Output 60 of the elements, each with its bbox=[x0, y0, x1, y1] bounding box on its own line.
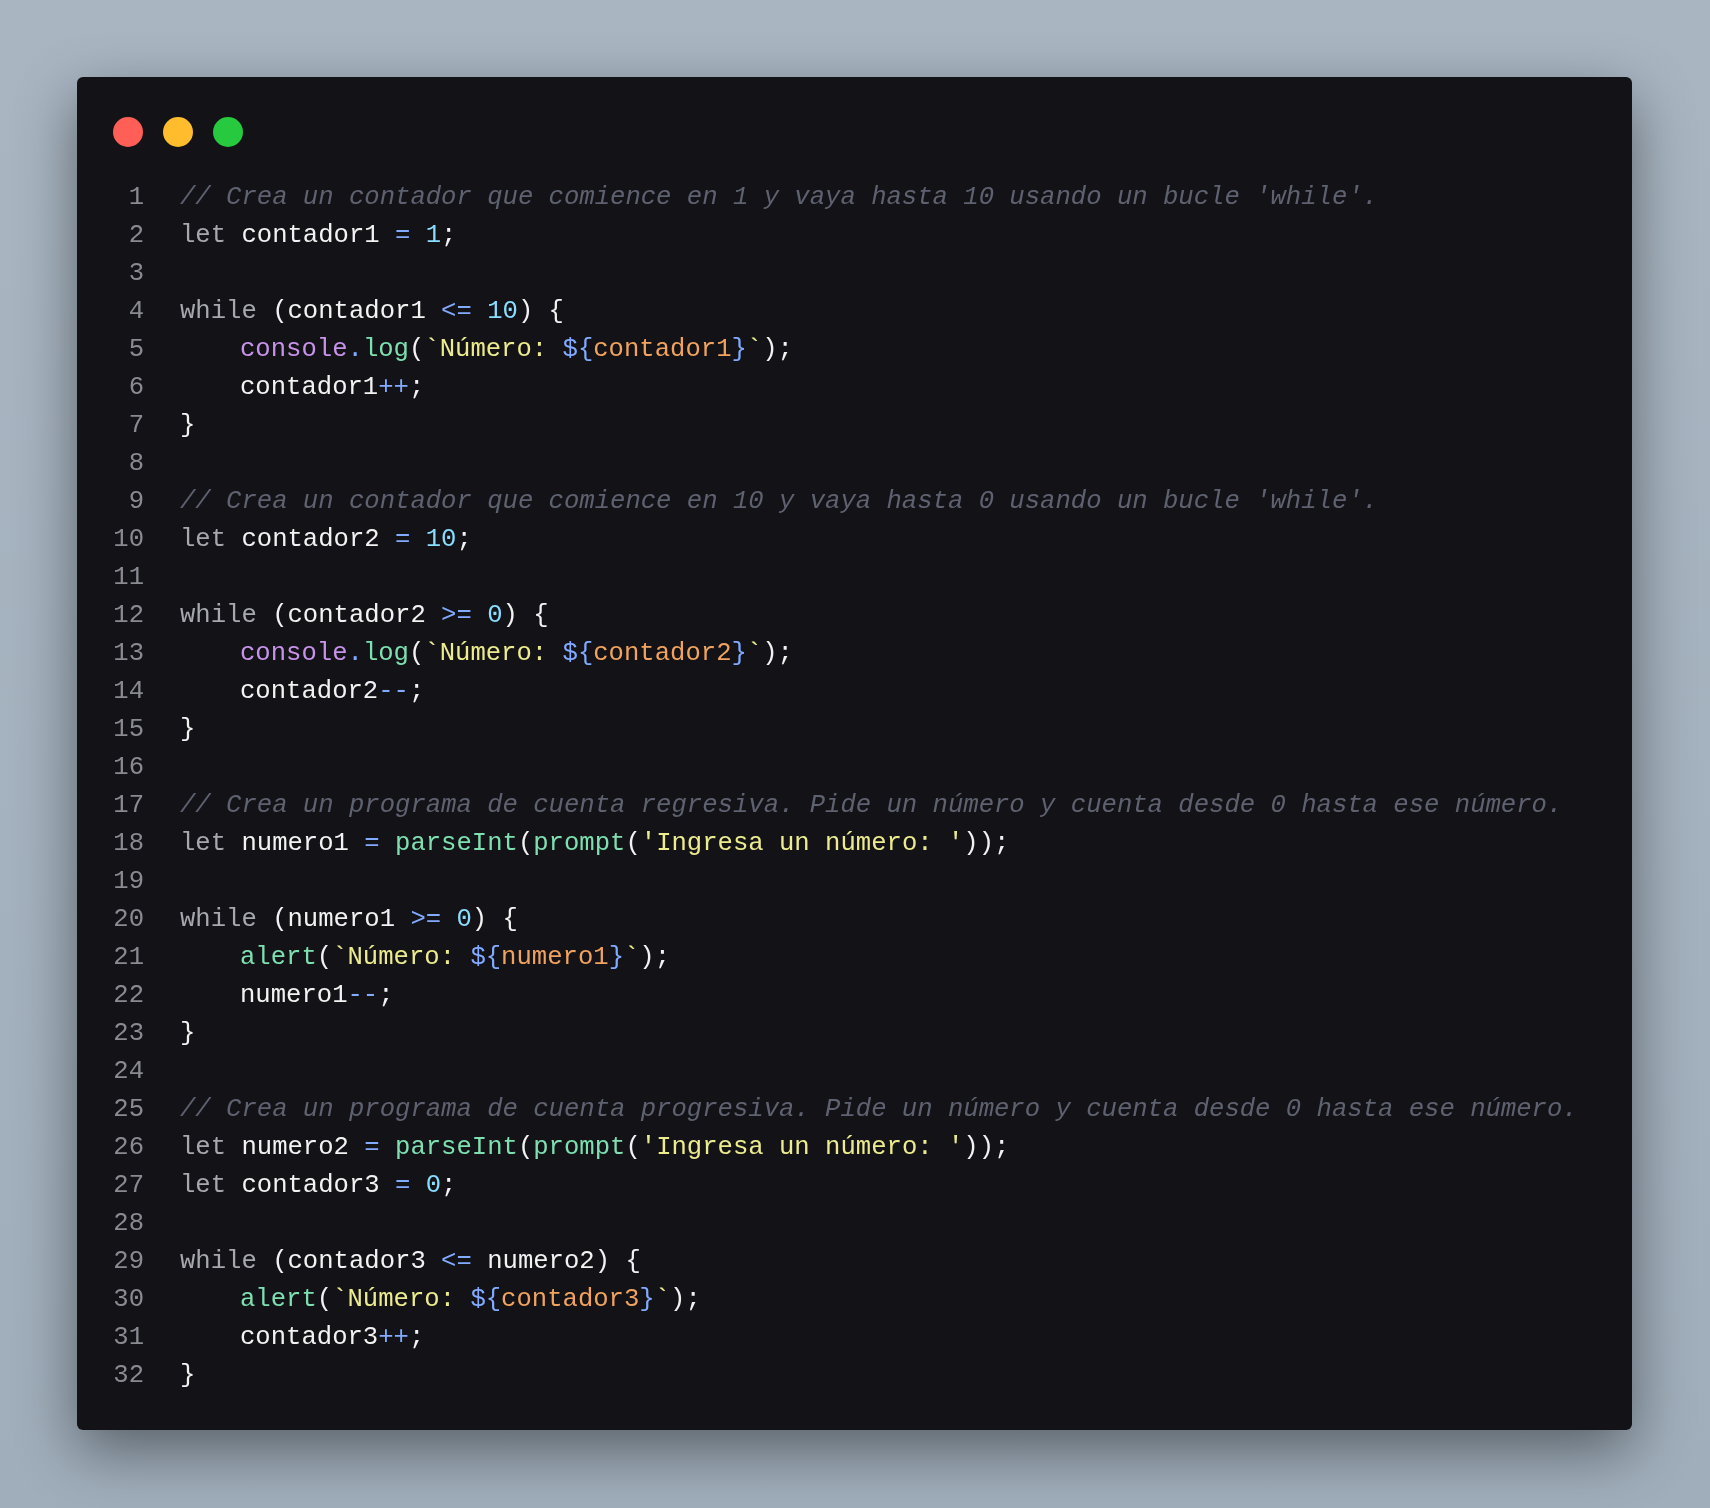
code-line: // Crea un contador que comience en 10 y vaya hasta 0 usando un bucle 'while'. bbox=[180, 486, 1378, 518]
line-number: 25 bbox=[112, 1094, 144, 1126]
code-line: while (contador1 <= 10) { bbox=[180, 296, 564, 328]
code-line: alert(`Número: ${contador3}`); bbox=[239, 1284, 701, 1316]
line-number: 11 bbox=[112, 562, 144, 594]
line-number: 26 bbox=[112, 1132, 144, 1164]
line-number: 29 bbox=[112, 1246, 144, 1278]
code-line: // Crea un contador que comience en 1 y vaya hasta 10 usando un bucle 'while'. bbox=[180, 182, 1378, 214]
code-line: numero1--; bbox=[239, 980, 394, 1012]
minimize-icon bbox=[163, 117, 193, 147]
line-number: 30 bbox=[112, 1284, 144, 1316]
code-line: contador2--; bbox=[239, 676, 425, 708]
code-line: // Crea un programa de cuenta progresiva. Pide un número y cuenta desde 0 hasta ese número. bbox=[180, 1094, 1578, 1126]
code-line: contador3++; bbox=[239, 1322, 425, 1354]
line-number: 22 bbox=[112, 980, 144, 1012]
code-line: while (contador3 <= numero2) { bbox=[180, 1246, 641, 1278]
code-line: let contador2 = 10; bbox=[180, 524, 472, 556]
code-line: console.log(`Número: ${contador1}`); bbox=[239, 334, 793, 366]
close-icon bbox=[113, 117, 143, 147]
code-line: let numero2 = parseInt(prompt('Ingresa un número: ')); bbox=[180, 1132, 1010, 1164]
code-line: let numero1 = parseInt(prompt('Ingresa un número: ')); bbox=[180, 828, 1010, 860]
line-number: 8 bbox=[127, 448, 144, 480]
code-line: while (numero1 >= 0) { bbox=[180, 904, 518, 936]
line-number: 19 bbox=[112, 866, 144, 898]
line-number: 28 bbox=[112, 1208, 144, 1240]
line-number: 5 bbox=[127, 334, 144, 366]
line-number: 31 bbox=[112, 1322, 144, 1354]
code-line: contador1++; bbox=[239, 372, 425, 404]
line-number: 32 bbox=[112, 1360, 144, 1392]
line-number: 24 bbox=[112, 1056, 144, 1088]
line-number: 13 bbox=[112, 638, 144, 670]
line-number: 12 bbox=[112, 600, 144, 632]
line-number: 23 bbox=[112, 1018, 144, 1050]
line-number: 14 bbox=[112, 676, 144, 708]
code-line: } bbox=[180, 1360, 196, 1392]
code-line: console.log(`Número: ${contador2}`); bbox=[239, 638, 793, 670]
code-line: } bbox=[180, 410, 196, 442]
line-number: 17 bbox=[112, 790, 144, 822]
code-line: // Crea un programa de cuenta regresiva. Pide un número y cuenta desde 0 hasta ese número. bbox=[180, 790, 1563, 822]
line-number: 4 bbox=[127, 296, 144, 328]
line-number: 7 bbox=[127, 410, 144, 442]
line-number: 3 bbox=[127, 258, 144, 290]
line-number: 15 bbox=[112, 714, 144, 746]
zoom-icon bbox=[213, 117, 243, 147]
code-line: } bbox=[180, 1018, 196, 1050]
code-line: while (contador2 >= 0) { bbox=[180, 600, 549, 632]
line-number: 2 bbox=[127, 220, 144, 252]
line-number: 6 bbox=[127, 372, 144, 404]
code-line: } bbox=[180, 714, 196, 746]
code-line: alert(`Número: ${numero1}`); bbox=[239, 942, 671, 974]
line-number: 21 bbox=[112, 942, 144, 974]
line-number: 16 bbox=[112, 752, 144, 784]
line-number: 1 bbox=[127, 182, 144, 214]
line-number: 27 bbox=[112, 1170, 144, 1202]
line-number: 10 bbox=[112, 524, 144, 556]
line-number: 18 bbox=[112, 828, 144, 860]
line-number: 20 bbox=[112, 904, 144, 936]
code-line: let contador3 = 0; bbox=[180, 1170, 457, 1202]
line-number: 9 bbox=[127, 486, 144, 518]
code-line: let contador1 = 1; bbox=[180, 220, 457, 252]
